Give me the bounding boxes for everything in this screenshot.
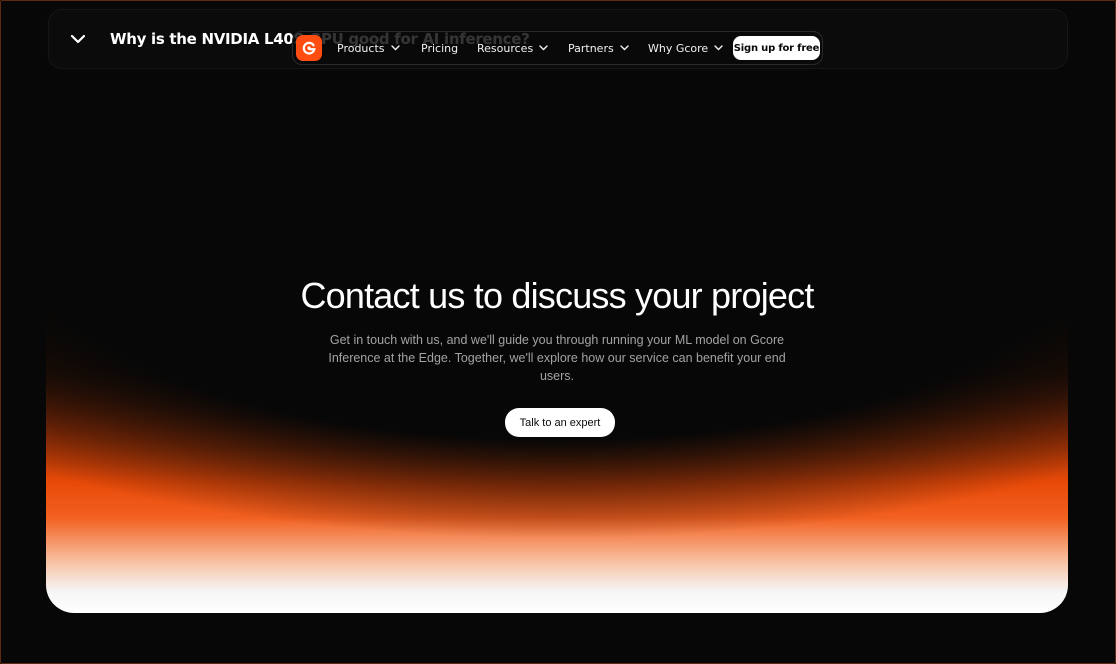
nav-item-pricing[interactable]: Pricing xyxy=(421,32,458,64)
nav-item-partners[interactable]: Partners xyxy=(568,32,629,64)
nav-item-label: Products xyxy=(337,41,385,55)
hero-top-fade xyxy=(46,179,1068,259)
chevron-down-icon xyxy=(714,45,723,51)
chevron-down-icon xyxy=(620,45,629,51)
nav-item-products[interactable]: Products xyxy=(337,32,400,64)
nav-item-label: Resources xyxy=(477,41,534,55)
nav-item-label: Pricing xyxy=(421,41,459,55)
signup-button[interactable]: Sign up for free xyxy=(733,36,820,60)
nav-item-label: Partners xyxy=(568,41,614,55)
chevron-down-icon xyxy=(390,45,400,51)
nav-item-resources[interactable]: Resources xyxy=(477,32,548,64)
page-frame: Why is the NVIDIA L40S GPU good for AI i… xyxy=(0,0,1116,664)
top-navigation: Products Pricing Resources Partners Why … xyxy=(292,31,823,65)
chevron-down-icon[interactable] xyxy=(69,30,87,48)
contact-hero-section: Contact us to discuss your project Get i… xyxy=(46,179,1068,613)
hero-description: Get in touch with us, and we'll guide yo… xyxy=(328,333,786,383)
hero-title: Contact us to discuss your project xyxy=(300,275,814,316)
nav-item-why-gcore[interactable]: Why Gcore xyxy=(648,32,723,64)
chevron-down-icon xyxy=(539,45,548,51)
talk-to-expert-button[interactable]: Talk to an expert xyxy=(505,408,615,437)
gcore-logo-icon[interactable] xyxy=(296,35,322,61)
nav-item-label: Why Gcore xyxy=(648,41,709,55)
